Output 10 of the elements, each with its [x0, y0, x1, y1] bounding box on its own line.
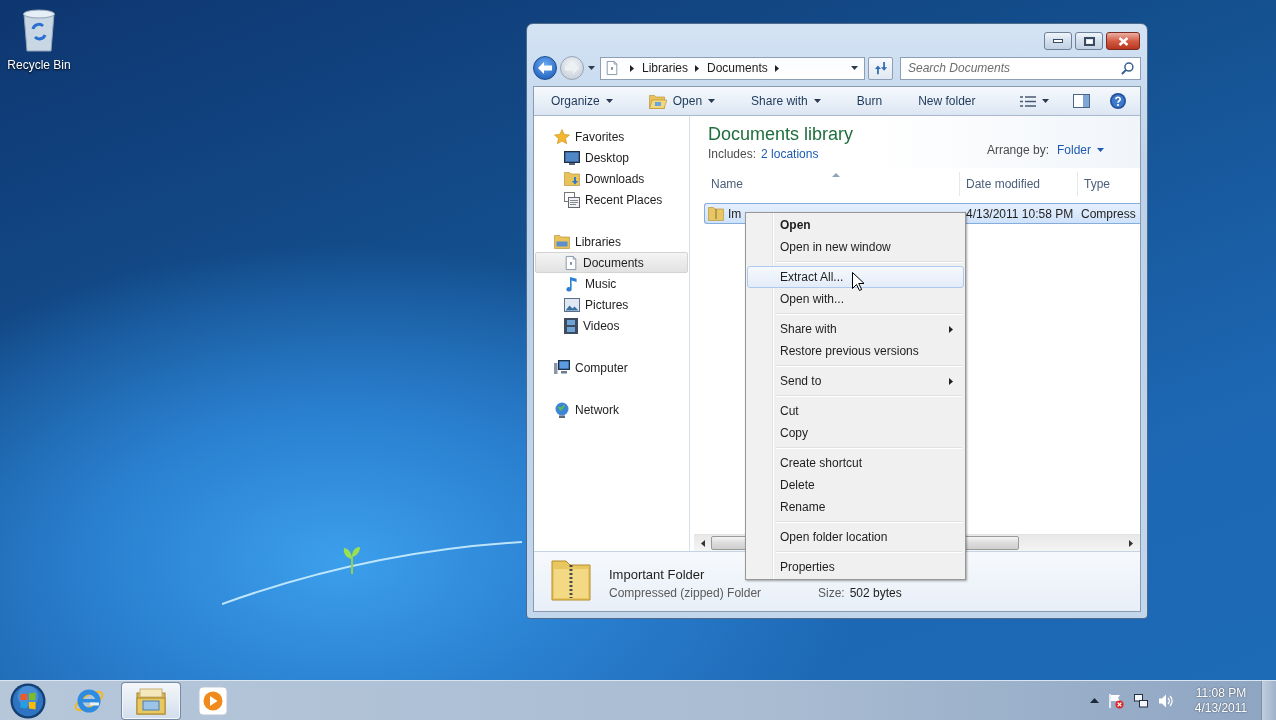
table-cell: Compress: [1081, 206, 1136, 221]
size-label: Size:: [818, 586, 845, 600]
file-type: Compressed (zipped) Folder: [609, 586, 763, 600]
includes-label: Includes:: [708, 147, 757, 161]
file-name: Important Folder: [609, 567, 705, 582]
arrange-label: Arrange by:: [986, 143, 1049, 157]
table-cell: 4/13/2011 10:58 PM: [966, 206, 1074, 221]
table-cell: Im: [728, 206, 742, 221]
library-title: Documents library: [708, 123, 854, 145]
size-value: 502 bytes: [849, 586, 902, 600]
